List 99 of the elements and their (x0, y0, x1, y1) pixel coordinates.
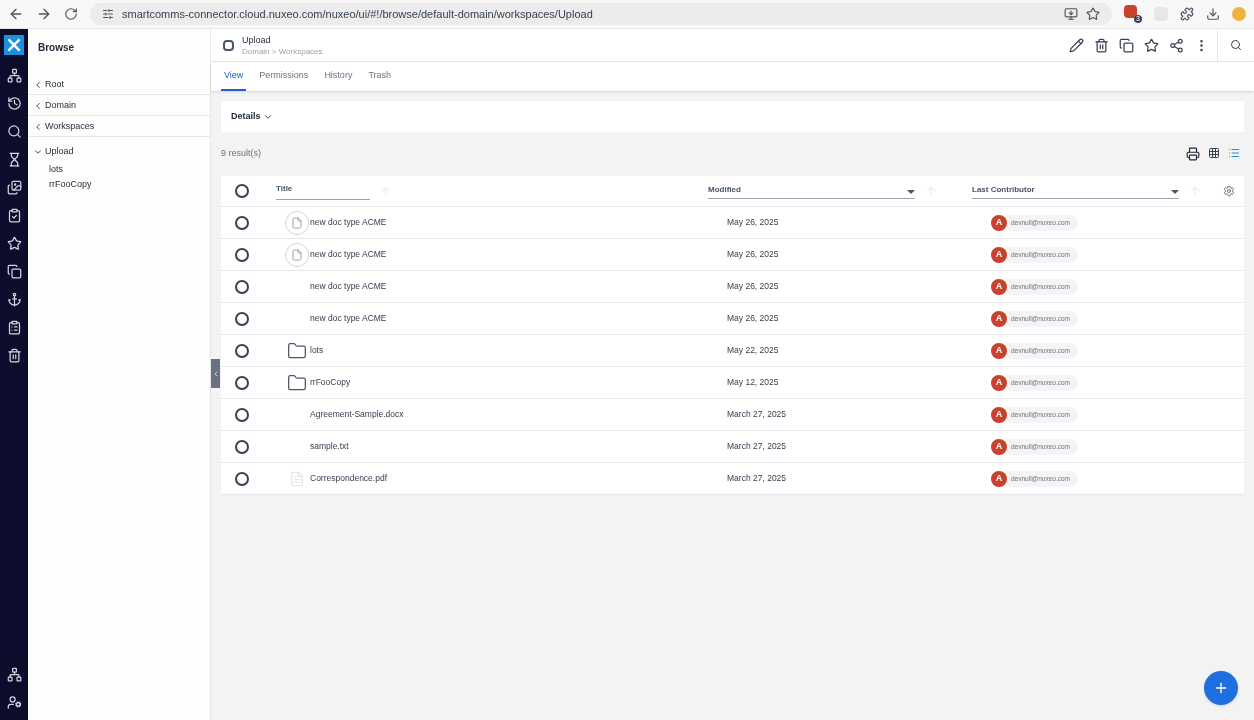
table-cell-text: new doc type ACME (310, 312, 388, 325)
user-settings-icon[interactable] (6, 695, 22, 710)
column-filter[interactable]: Last Contributor (972, 183, 1179, 199)
collection-icon[interactable] (6, 264, 22, 279)
avatar: A (991, 310, 1007, 327)
chevron-down-icon[interactable] (33, 147, 43, 157)
clipboard-icon[interactable] (6, 320, 22, 335)
table-view-icon[interactable] (1228, 147, 1240, 159)
avatar: A (991, 278, 1007, 295)
delete-icon[interactable] (1094, 37, 1109, 53)
tab[interactable]: History (321, 68, 356, 91)
result-count: 9 result(s) (221, 147, 261, 161)
chevron-left-icon[interactable] (33, 121, 43, 132)
tab[interactable]: Trash (365, 68, 395, 91)
folder-icon (287, 340, 307, 361)
history-icon[interactable] (6, 96, 22, 111)
table-cell-text: March 27, 2025 (727, 408, 788, 421)
reload-icon[interactable] (64, 7, 78, 21)
row-checkbox[interactable] (235, 439, 249, 454)
bookmark-icon[interactable] (1086, 7, 1100, 21)
folder-icon (287, 372, 307, 393)
row-checkbox[interactable] (235, 375, 249, 390)
back-icon[interactable] (8, 6, 24, 22)
row-checkbox[interactable] (235, 407, 249, 422)
chevron-left-icon[interactable] (33, 79, 43, 90)
table-cell-text: Correspondence.pdf (310, 472, 389, 485)
dropdown-caret-icon[interactable] (1171, 189, 1179, 194)
tree-item[interactable]: lots (28, 162, 210, 177)
site-settings-icon[interactable] (102, 8, 114, 20)
row-checkbox[interactable] (235, 279, 249, 294)
avatar: A (991, 406, 1007, 423)
trash-icon[interactable] (6, 348, 22, 363)
file-icon (289, 470, 305, 487)
avatar: A (991, 214, 1007, 231)
column-filter[interactable]: Modified (708, 183, 915, 199)
table-cell-text: May 12, 2025 (727, 376, 780, 389)
grid-view-icon[interactable] (1208, 147, 1220, 159)
search-icon[interactable] (1230, 39, 1242, 51)
column-header[interactable]: Title (276, 182, 370, 200)
settings-icon[interactable] (1223, 185, 1235, 197)
workspace-icon (223, 39, 234, 51)
table-cell-text: sample.txt (310, 440, 350, 453)
avatar: A (991, 374, 1007, 391)
add-to-collection-icon[interactable] (1119, 37, 1134, 53)
select-all-checkbox[interactable] (235, 184, 249, 198)
extensions-icon[interactable] (1180, 7, 1194, 21)
row-checkbox[interactable] (235, 215, 249, 230)
table-cell-text: May 26, 2025 (727, 216, 780, 229)
star-icon[interactable] (6, 236, 22, 251)
forward-icon[interactable] (36, 6, 52, 22)
table-cell-text: May 26, 2025 (727, 248, 780, 261)
search-icon[interactable] (6, 124, 22, 139)
row-checkbox[interactable] (235, 343, 249, 358)
favorite-icon[interactable] (1144, 37, 1159, 53)
download-icon[interactable] (1206, 7, 1220, 21)
dropdown-caret-icon[interactable] (907, 189, 915, 194)
tree-label[interactable]: Root (45, 77, 64, 92)
table-cell-text: new doc type ACME (310, 216, 388, 229)
tree-label[interactable]: Upload (45, 145, 74, 159)
print-icon[interactable] (1186, 147, 1200, 161)
chevron-left-icon[interactable] (33, 100, 43, 111)
details-toggle[interactable]: Details (221, 101, 1244, 132)
address-bar[interactable]: smartcomms-connector.cloud.nuxeo.com/nuxeo/ui/#!/browse/default-domain/workspaces/Upload (90, 3, 1112, 25)
table-cell-text: new doc type ACME (310, 280, 388, 293)
tab[interactable]: Permissions (256, 68, 312, 91)
logo-icon[interactable] (4, 35, 24, 55)
clipboard-check-icon[interactable] (6, 208, 22, 223)
tree-label[interactable]: Domain (45, 98, 76, 113)
avatar: A (991, 246, 1007, 263)
anchor-icon[interactable] (6, 292, 22, 307)
create-button[interactable] (1204, 671, 1238, 705)
avatar: A (991, 438, 1007, 455)
row-checkbox[interactable] (235, 471, 249, 486)
share-icon[interactable] (1169, 37, 1184, 53)
hierarchy-icon[interactable] (6, 667, 22, 682)
document-title: Upload (242, 33, 272, 47)
table-cell-text: March 27, 2025 (727, 472, 788, 485)
hierarchy-icon[interactable] (6, 68, 22, 83)
gallery-icon[interactable] (6, 180, 22, 195)
table-cell-text: lots (310, 344, 325, 357)
tab[interactable]: View (221, 68, 247, 91)
avatar: A (991, 470, 1007, 487)
table-cell-text: May 26, 2025 (727, 280, 780, 293)
panel-title: Browse (37, 41, 76, 55)
table-cell-text: May 26, 2025 (727, 312, 780, 325)
edit-icon[interactable] (1069, 37, 1084, 53)
collapse-handle[interactable] (211, 359, 220, 388)
tree-label[interactable]: Workspaces (45, 119, 95, 134)
table-cell-text: May 22, 2025 (727, 344, 780, 357)
table-cell-text: new doc type ACME (310, 248, 388, 261)
table-cell-text: rrFooCopy (310, 376, 352, 389)
table-cell-text: Agreement-Sample.docx (310, 408, 405, 421)
row-checkbox[interactable] (235, 311, 249, 326)
install-icon[interactable] (1064, 7, 1078, 21)
avatar: A (991, 342, 1007, 359)
tree-item[interactable]: rrFooCopy (28, 177, 210, 192)
row-checkbox[interactable] (235, 247, 249, 262)
plus-icon (1213, 680, 1229, 696)
table-cell-text: March 27, 2025 (727, 440, 788, 453)
